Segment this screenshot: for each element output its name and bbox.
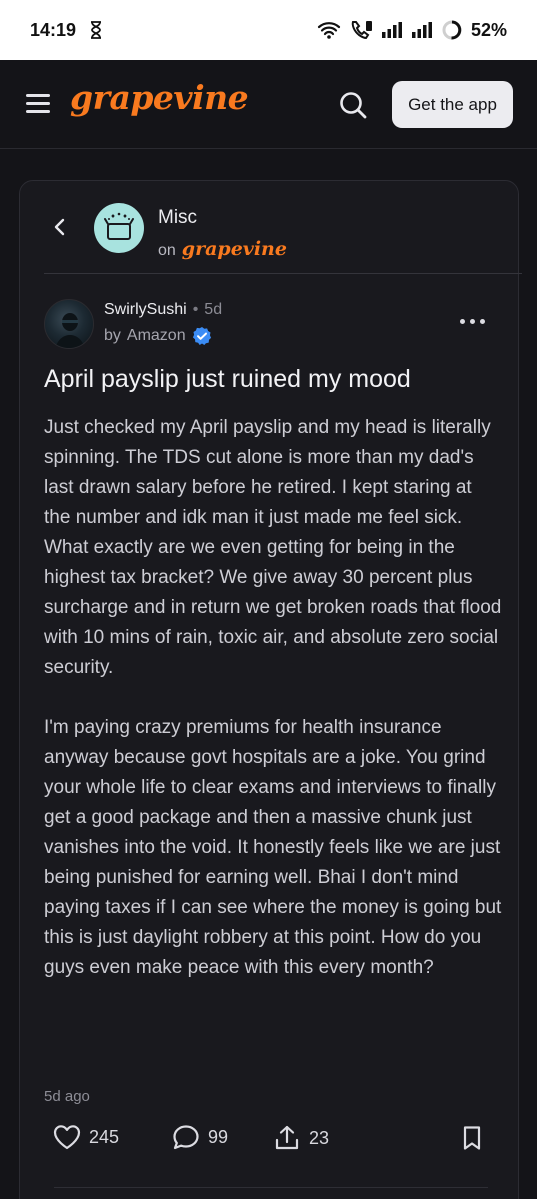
battery-percent: 52% [470,19,507,40]
battery-ring-icon [441,19,463,41]
post-age: 5d [204,301,223,318]
community-platform-line: on grapevine [158,238,287,260]
on-label: on [158,242,176,259]
like-count: 245 [89,1126,120,1147]
separator-dot: • [192,301,199,318]
company-line: by Amazon [104,326,212,346]
more-options-icon[interactable] [460,319,486,327]
heart-icon [53,1125,81,1150]
posted-ago: 5d ago [44,1088,90,1105]
signal-icon [411,21,433,39]
search-icon[interactable] [338,90,368,120]
status-bar: 14:19 52% [0,0,537,60]
share-upload-icon [275,1125,299,1150]
like-button[interactable]: 245 [53,1124,119,1150]
share-count: 23 [309,1127,330,1148]
grapevine-logo[interactable]: grapevine [70,78,249,117]
menu-icon[interactable] [26,94,50,114]
comment-icon [173,1125,199,1150]
top-nav: grapevine Get the app [0,60,537,149]
get-the-app-button[interactable]: Get the app [392,81,513,128]
author-line: SwirlySushi • 5d [104,301,222,319]
company-name[interactable]: Amazon [127,327,186,345]
community-avatar[interactable] [94,203,144,253]
hourglass-icon [90,21,102,39]
volte-call-icon [349,20,373,40]
platform-logo: grapevine [181,238,287,260]
author-avatar[interactable] [44,299,94,349]
comment-button[interactable]: 99 [172,1124,228,1150]
share-button[interactable]: 23 [273,1124,329,1152]
post-paragraph: Just checked my April payslip and my hea… [44,417,502,678]
bookmark-icon[interactable] [460,1125,484,1156]
signal-icon [381,21,403,39]
post-card: Misc on grapevine SwirlySushi • 5d by Am… [19,180,522,1199]
comment-count: 99 [208,1126,229,1147]
community-name[interactable]: Misc [158,207,197,229]
wifi-icon [317,21,341,39]
back-chevron-icon[interactable] [50,217,70,237]
post-title: April payslip just ruined my mood [44,365,411,393]
author-username[interactable]: SwirlySushi [104,301,187,319]
divider [54,1187,488,1188]
by-label: by [104,327,121,344]
post-paragraph: I'm paying crazy premiums for health ins… [44,717,502,978]
divider [44,273,522,274]
post-body: Just checked my April payslip and my hea… [44,413,502,1013]
status-time: 14:19 [30,19,77,40]
verified-badge-icon [192,326,212,346]
